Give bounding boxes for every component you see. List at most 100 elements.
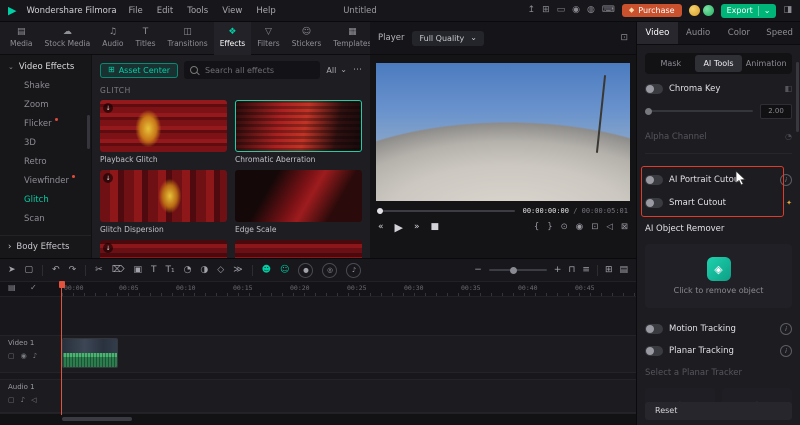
pointer-tool-icon[interactable]: ➤: [8, 265, 16, 275]
timeline-ruler[interactable]: ▤ ✓ 00:00 00:05 00:10 00:15 00:20 00:25 …: [0, 282, 636, 297]
zoom-out-icon[interactable]: −: [474, 265, 482, 275]
sidebar-item-viewfinder[interactable]: Viewfinder: [0, 172, 91, 191]
emoji-effect-icon[interactable]: ☺: [280, 265, 289, 275]
marker-icon[interactable]: ⊙: [561, 223, 568, 232]
effect-card-partial[interactable]: [235, 240, 362, 258]
zoom-in-icon[interactable]: +: [554, 265, 562, 275]
tab-transitions[interactable]: ◫ Transitions: [162, 22, 214, 55]
split-scissors-icon[interactable]: ✂: [95, 265, 103, 275]
video-clip[interactable]: [62, 338, 118, 368]
sidebar-item-flicker[interactable]: Flicker: [0, 115, 91, 134]
tab-stock-media[interactable]: ☁ Stock Media: [39, 22, 97, 55]
more-tools-icon[interactable]: ≫: [233, 265, 242, 275]
tab-stickers[interactable]: ☺ Stickers: [286, 22, 328, 55]
timeline-zoom-slider[interactable]: [488, 266, 547, 274]
subtab-ai-tools[interactable]: AI Tools: [694, 55, 743, 72]
avatar-effect-icon[interactable]: ☻: [262, 265, 271, 275]
menu-help[interactable]: Help: [254, 6, 277, 16]
upload-icon[interactable]: ↥: [528, 6, 536, 15]
audio-track[interactable]: [0, 379, 636, 413]
tab-color[interactable]: Color: [719, 22, 760, 44]
mute-icon[interactable]: ♪: [21, 397, 25, 404]
planar-tracking-toggle[interactable]: [645, 346, 663, 356]
audio-mixer-icon[interactable]: ♪: [346, 262, 362, 278]
credits-icon[interactable]: [702, 5, 714, 16]
sidebar-item-shake[interactable]: Shake: [0, 77, 91, 96]
seek-handle[interactable]: [377, 208, 383, 214]
manage-tracks-icon[interactable]: ▤: [8, 284, 16, 292]
effect-thumbnail[interactable]: ↓: [100, 170, 227, 222]
sidebar-item-scan[interactable]: Scan: [0, 210, 91, 229]
tab-speed[interactable]: Speed: [759, 22, 800, 44]
effect-card-partial[interactable]: ↓: [100, 240, 227, 258]
subtab-mask[interactable]: Mask: [647, 55, 695, 72]
tab-video[interactable]: Video: [637, 22, 678, 44]
tab-titles[interactable]: T Titles: [130, 22, 162, 55]
asset-center-button[interactable]: ⊞ Asset Center: [100, 62, 179, 78]
effect-card-glitch-dispersion[interactable]: ↓ Glitch Dispersion: [100, 170, 227, 234]
track-check-icon[interactable]: ✓: [30, 284, 37, 292]
sidebar-item-body-effects[interactable]: › Body Effects: [0, 235, 91, 258]
preview-video[interactable]: [376, 63, 630, 201]
export-button[interactable]: Export ⌄: [720, 3, 777, 18]
smart-cutout-toggle[interactable]: [645, 198, 663, 208]
layout-icon[interactable]: ⊞: [542, 6, 550, 15]
sidebar-scrollbar[interactable]: [87, 115, 90, 149]
tolerance-value[interactable]: 2.00: [760, 103, 792, 119]
menu-file[interactable]: File: [127, 6, 145, 16]
previous-frame-icon[interactable]: «: [378, 223, 384, 232]
layout-toggle-icon[interactable]: ◨: [783, 6, 792, 15]
snapshot-icon[interactable]: ◉: [576, 223, 583, 232]
keyframe-icon[interactable]: ◇: [217, 265, 224, 275]
more-options-icon[interactable]: ⋯: [353, 65, 362, 75]
quality-dropdown[interactable]: Full Quality ⌄: [412, 30, 484, 46]
fullscreen-icon[interactable]: ⊠: [621, 223, 628, 232]
filter-dropdown[interactable]: All ⌄: [326, 66, 347, 75]
undo-icon[interactable]: ↶: [52, 265, 60, 275]
monitor-icon[interactable]: ▭: [557, 6, 566, 15]
effect-thumbnail[interactable]: [235, 240, 362, 258]
seek-bar[interactable]: [377, 208, 515, 214]
keyboard-icon[interactable]: ⌨: [602, 6, 615, 15]
slider-handle[interactable]: [645, 107, 652, 115]
ai-portrait-cutout-toggle[interactable]: [645, 175, 663, 185]
sidebar-item-glitch[interactable]: Glitch: [0, 191, 91, 210]
screen-record-icon[interactable]: ◉: [572, 6, 580, 15]
sidebar-item-3d[interactable]: 3D: [0, 134, 91, 153]
crop-tool-icon[interactable]: ▣: [133, 265, 142, 275]
next-frame-icon[interactable]: »: [414, 223, 420, 232]
range-select-icon[interactable]: ▢: [25, 265, 34, 275]
mask-circle-icon[interactable]: ◎: [322, 262, 338, 278]
eye-icon[interactable]: ◉: [21, 353, 27, 360]
effect-thumbnail[interactable]: ↓: [100, 100, 227, 152]
mute-icon[interactable]: ♪: [33, 353, 37, 360]
track-list-icon[interactable]: ▤: [619, 265, 628, 275]
speed-tool-icon[interactable]: ◔: [184, 265, 192, 275]
detach-player-icon[interactable]: ⊡: [620, 33, 628, 43]
purchase-button[interactable]: ◆ Purchase: [621, 4, 682, 17]
mark-out-icon[interactable]: }: [547, 223, 552, 232]
crop-icon[interactable]: ⊡: [591, 223, 598, 232]
object-remover-dropzone[interactable]: ◈ Click to remove object: [645, 244, 792, 308]
info-icon[interactable]: i: [780, 345, 792, 357]
menu-edit[interactable]: Edit: [155, 6, 175, 16]
info-icon[interactable]: i: [780, 174, 792, 186]
color-picker-icon[interactable]: ◧: [784, 85, 792, 93]
subtab-animation[interactable]: Animation: [742, 55, 790, 72]
playhead[interactable]: [58, 281, 65, 415]
record-voiceover-icon[interactable]: ●: [298, 262, 314, 278]
delete-icon[interactable]: ⌦: [112, 265, 125, 275]
coin-icon[interactable]: [688, 5, 700, 16]
effect-thumbnail[interactable]: [235, 170, 362, 222]
effect-thumbnail-selected[interactable]: [235, 100, 362, 152]
effect-card-edge-scale[interactable]: Edge Scale: [235, 170, 362, 234]
redo-icon[interactable]: ↷: [69, 265, 77, 275]
search-input[interactable]: [203, 64, 315, 76]
sidebar-item-zoom[interactable]: Zoom: [0, 96, 91, 115]
sidebar-header[interactable]: ⌄ Video Effects: [0, 55, 91, 77]
volume-icon[interactable]: ◁: [31, 397, 36, 404]
reset-button[interactable]: Reset: [645, 402, 792, 420]
mark-in-icon[interactable]: {: [534, 223, 539, 232]
caption-tool-icon[interactable]: T₁: [165, 265, 174, 275]
chroma-key-toggle[interactable]: [645, 84, 663, 94]
